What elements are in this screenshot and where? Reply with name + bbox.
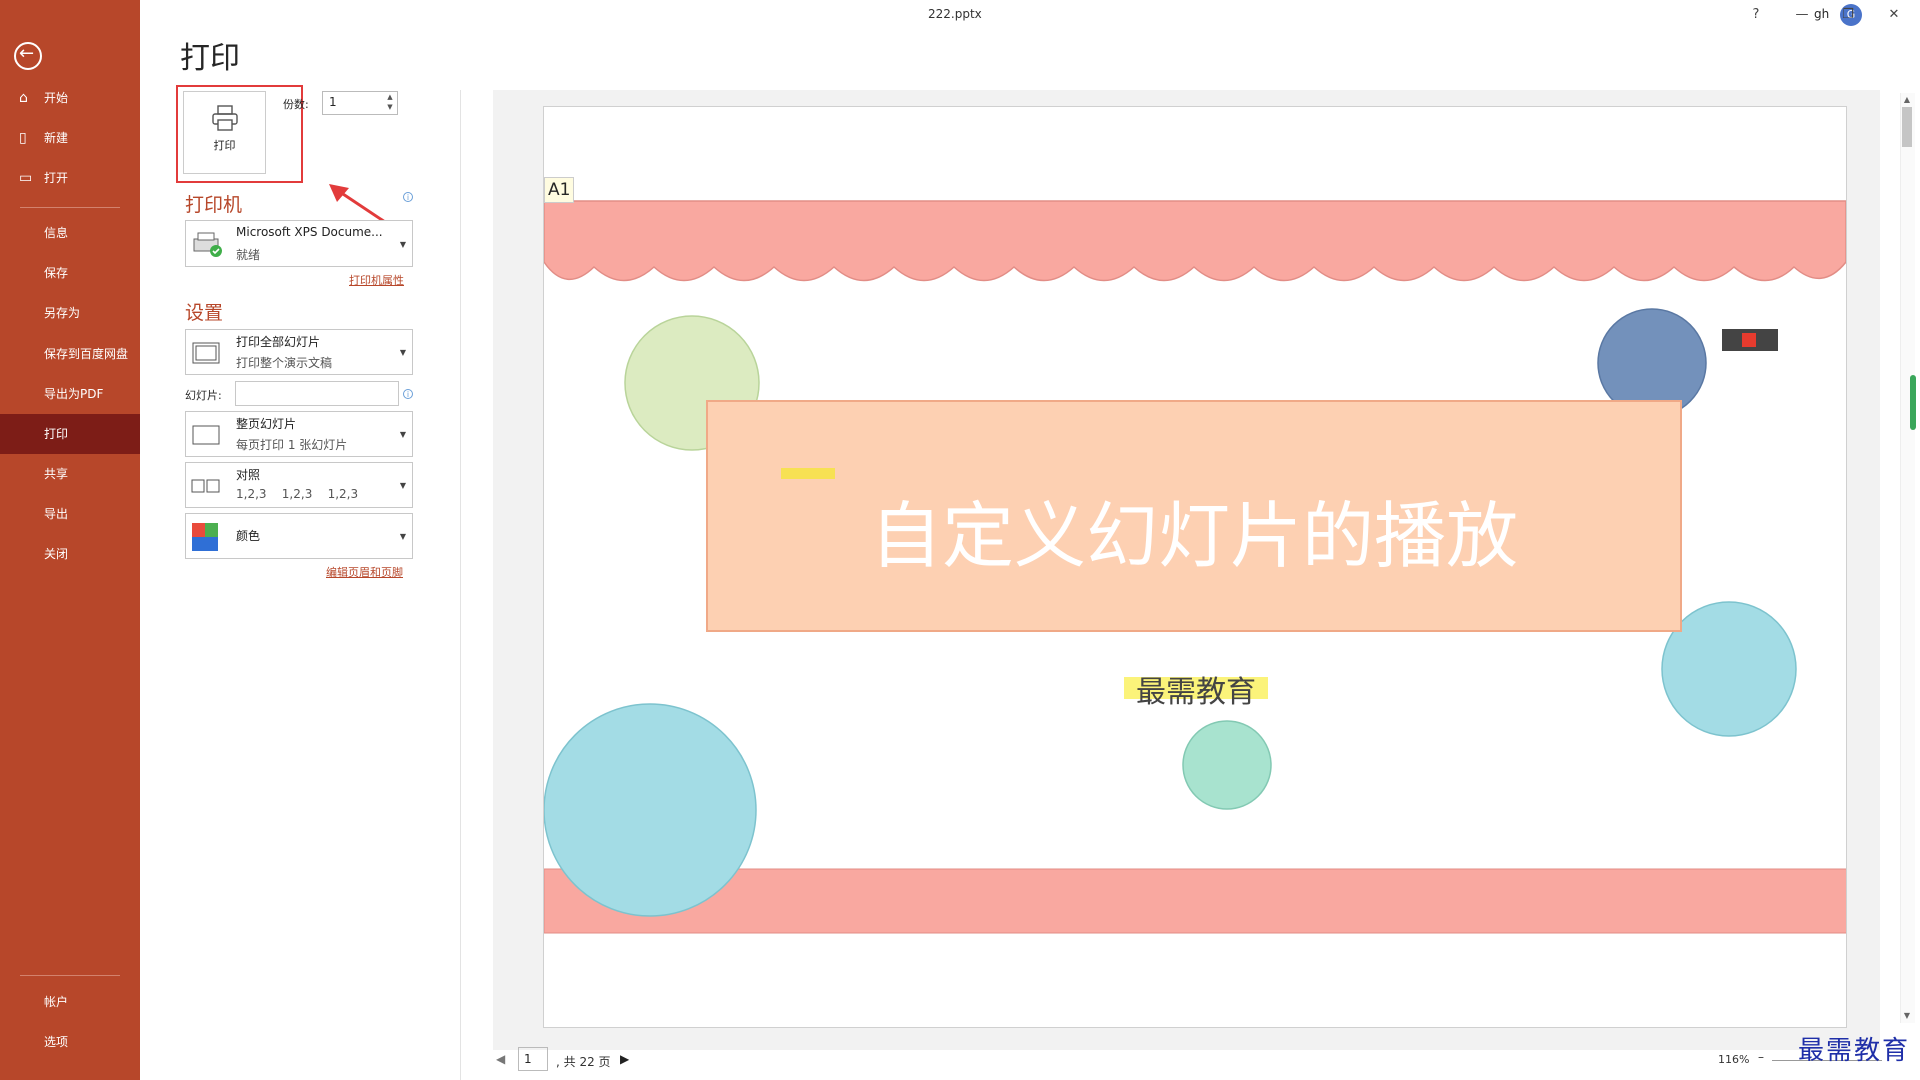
vertical-scrollbar[interactable]: [1900, 93, 1915, 1023]
color-icon: [192, 523, 218, 551]
layout-sub: 每页打印 1 张幻灯片: [236, 438, 348, 452]
zoom-out-button[interactable]: –: [1758, 1050, 1764, 1064]
printer-section-title: 打印机: [185, 194, 243, 216]
printer-status: 就绪: [236, 248, 261, 262]
scroll-down-icon[interactable]: ▼: [1900, 1009, 1914, 1023]
watermark: 最需教育: [1798, 1036, 1911, 1066]
collate-main: 对照: [236, 468, 261, 482]
home-icon: ⌂: [19, 90, 28, 106]
color-select[interactable]: 颜色 ▼: [185, 513, 413, 559]
slides-input[interactable]: [235, 381, 399, 406]
back-arrow-icon[interactable]: [14, 42, 42, 70]
sidebar-item-save[interactable]: 保存: [0, 253, 140, 293]
printer-properties-link[interactable]: 打印机属性: [349, 272, 404, 288]
slide-tag: A1: [544, 177, 575, 203]
printer-select[interactable]: Microsoft XPS Docume... 就绪 ▼: [185, 220, 413, 267]
info-icon[interactable]: i: [403, 389, 413, 399]
chevron-down-icon: ▼: [399, 481, 406, 490]
edit-header-footer-link[interactable]: 编辑页眉和页脚: [326, 564, 403, 580]
slide-preview: A1 自定义幻灯片的播放 最需教育: [543, 106, 1847, 1028]
copies-label: 份数:: [283, 98, 309, 111]
sidebar-item-close[interactable]: 关闭: [0, 534, 140, 574]
folder-icon: ▭: [19, 170, 33, 186]
slides-label: 幻灯片:: [185, 389, 222, 402]
sidebar-item-options[interactable]: 选项: [0, 1022, 140, 1062]
chevron-down-icon: ▼: [399, 239, 406, 249]
color-main: 颜色: [236, 529, 261, 543]
page-total: , 共 22 页: [556, 1055, 611, 1069]
sidebar-item-save-baidu[interactable]: 保存到百度网盘: [0, 334, 140, 374]
sidebar-item-label: 共享: [44, 467, 69, 481]
sidebar-item-label: 打开: [44, 171, 69, 185]
sidebar-divider: [20, 207, 120, 208]
sidebar-item-label: 选项: [44, 1035, 69, 1049]
sidebar-item-print[interactable]: 打印: [0, 414, 140, 454]
panel-divider: [460, 90, 461, 1080]
slides-icon: [192, 342, 220, 364]
info-icon[interactable]: i: [403, 192, 413, 202]
chevron-down-icon: ▼: [399, 348, 406, 357]
sidebar-item-label: 另存为: [44, 306, 81, 320]
sidebar-item-label: 关闭: [44, 547, 69, 561]
copies-stepper[interactable]: ▲ ▼: [384, 92, 396, 114]
restore-button[interactable]: ❐: [1832, 4, 1864, 26]
collate-icon: [191, 479, 220, 493]
new-doc-icon: ▯: [19, 130, 27, 146]
sidebar-item-label: 信息: [44, 226, 69, 240]
side-handle[interactable]: [1910, 375, 1916, 430]
sidebar-item-open[interactable]: ▭ 打开: [0, 158, 140, 198]
sidebar-item-label: 导出: [44, 507, 69, 521]
layout-main: 整页幻灯片: [236, 417, 297, 431]
slide-title: 自定义幻灯片的播放: [869, 494, 1518, 578]
backstage-sidebar: ⌂ 开始 ▯ 新建 ▭ 打开 信息 保存 另存为 保存到百度网盘 导出为PDF …: [0, 0, 140, 1080]
zoom-level: 116%: [1718, 1053, 1750, 1066]
print-range-sub: 打印整个演示文稿: [236, 356, 333, 370]
sidebar-item-new[interactable]: ▯ 新建: [0, 118, 140, 158]
previous-page-icon[interactable]: ◀: [496, 1052, 505, 1066]
page-title: 打印: [180, 41, 240, 76]
sidebar-item-save-as[interactable]: 另存为: [0, 293, 140, 333]
next-page-icon[interactable]: ▶: [620, 1052, 629, 1066]
help-button[interactable]: ?: [1740, 4, 1772, 26]
chevron-down-icon: ▼: [399, 430, 406, 439]
print-range-select[interactable]: 打印全部幻灯片 打印整个演示文稿 ▼: [185, 329, 413, 375]
layout-select[interactable]: 整页幻灯片 每页打印 1 张幻灯片 ▼: [185, 411, 413, 457]
sidebar-item-label: 导出为PDF: [44, 387, 104, 401]
sidebar-item-share[interactable]: 共享: [0, 454, 140, 494]
sidebar-item-label: 保存到百度网盘: [44, 347, 129, 361]
sidebar-item-export[interactable]: 导出: [0, 494, 140, 534]
sidebar-item-info[interactable]: 信息: [0, 213, 140, 253]
full-page-slide-icon: [192, 425, 220, 445]
collate-select[interactable]: 对照 1,2,3 1,2,3 1,2,3 ▼: [185, 462, 413, 508]
chevron-down-icon: ▼: [399, 532, 406, 541]
close-button[interactable]: ✕: [1878, 4, 1910, 26]
sidebar-item-label: 打印: [44, 427, 69, 441]
document-title: 222.pptx: [928, 7, 982, 21]
page-number-input[interactable]: 1: [518, 1047, 548, 1071]
slide-subtitle: 最需教育: [1136, 675, 1256, 710]
scroll-thumb[interactable]: [1902, 107, 1912, 147]
sidebar-item-label: 新建: [44, 131, 69, 145]
sidebar-divider: [20, 975, 120, 976]
sidebar-item-label: 开始: [44, 91, 69, 105]
sidebar-item-label: 保存: [44, 266, 69, 280]
minimize-button[interactable]: —: [1786, 4, 1818, 26]
sidebar-item-account[interactable]: 帐户: [0, 982, 140, 1022]
sidebar-item-label: 帐户: [44, 995, 69, 1009]
scroll-up-icon[interactable]: ▲: [1900, 93, 1914, 107]
settings-section-title: 设置: [185, 302, 224, 324]
printer-device-icon: [193, 232, 222, 257]
collate-sub: 1,2,3 1,2,3 1,2,3: [236, 487, 359, 501]
sidebar-item-home[interactable]: ⌂ 开始: [0, 78, 140, 118]
printer-name: Microsoft XPS Docume...: [236, 225, 383, 239]
print-range-main: 打印全部幻灯片: [236, 335, 321, 349]
sidebar-item-export-pdf[interactable]: 导出为PDF: [0, 374, 140, 414]
title-bar: 222.pptx gh G ? — ❐ ✕: [140, 0, 1920, 30]
